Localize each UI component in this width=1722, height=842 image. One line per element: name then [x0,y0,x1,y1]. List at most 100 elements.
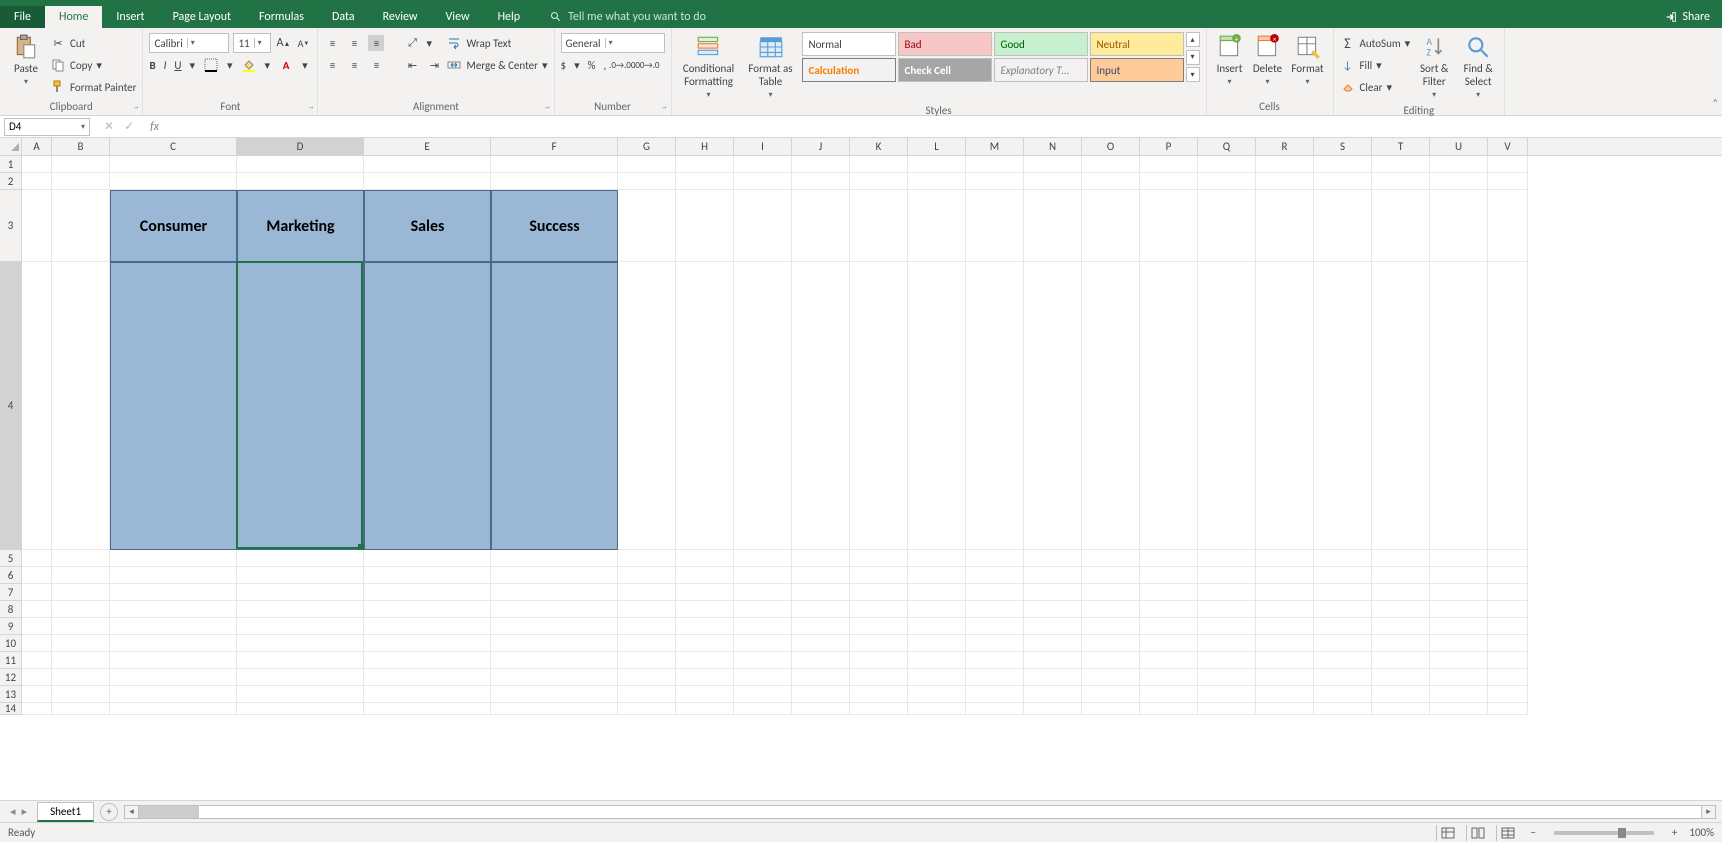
cell-Q3[interactable] [1198,190,1256,262]
cell-J7[interactable] [792,584,850,601]
row-header-7[interactable]: 7 [0,584,22,601]
cell-P11[interactable] [1140,652,1198,669]
cell-C9[interactable] [110,618,237,635]
cell-N1[interactable] [1024,156,1082,173]
cell-C11[interactable] [110,652,237,669]
cell-F3[interactable]: Success [491,190,618,262]
cell-F2[interactable] [491,173,618,190]
cell-B8[interactable] [52,601,110,618]
tab-insert[interactable]: Insert [102,6,158,28]
cell-N14[interactable] [1024,703,1082,715]
cell-U13[interactable] [1430,686,1488,703]
paste-button[interactable]: Paste ▾ [6,32,46,89]
sheet-nav-first[interactable]: ◂ [10,805,16,818]
clear-button[interactable]: Clear▾ [1340,77,1411,97]
cell-E3[interactable]: Sales [364,190,491,262]
cell-H13[interactable] [676,686,734,703]
view-page-layout-button[interactable] [1466,825,1488,841]
cell-P13[interactable] [1140,686,1198,703]
cell-O12[interactable] [1082,669,1140,686]
cell-V3[interactable] [1488,190,1528,262]
cell-G12[interactable] [618,669,676,686]
cell-S3[interactable] [1314,190,1372,262]
cell-J13[interactable] [792,686,850,703]
cell-L8[interactable] [908,601,966,618]
cell-D9[interactable] [237,618,364,635]
cell-D1[interactable] [237,156,364,173]
cell-C14[interactable] [110,703,237,715]
cell-U12[interactable] [1430,669,1488,686]
cell-O11[interactable] [1082,652,1140,669]
cell-U2[interactable] [1430,173,1488,190]
cell-B6[interactable] [52,567,110,584]
cell-V4[interactable] [1488,262,1528,550]
cell-A1[interactable] [22,156,52,173]
row-header-11[interactable]: 11 [0,652,22,669]
col-header-E[interactable]: E [364,138,491,155]
style-good[interactable]: Good [994,32,1088,56]
cell-R3[interactable] [1256,190,1314,262]
format-cells-button[interactable]: Format▾ [1289,32,1327,89]
cell-B4[interactable] [52,262,110,550]
cell-A12[interactable] [22,669,52,686]
col-header-P[interactable]: P [1140,138,1198,155]
cell-R1[interactable] [1256,156,1314,173]
cell-C6[interactable] [110,567,237,584]
conditional-formatting-button[interactable]: Conditional Formatting▾ [678,32,740,102]
style-calculation[interactable]: Calculation [802,58,896,82]
tab-page-layout[interactable]: Page Layout [159,6,245,28]
cell-D4[interactable] [237,262,364,550]
cell-C2[interactable] [110,173,237,190]
cell-Q11[interactable] [1198,652,1256,669]
row-header-5[interactable]: 5 [0,550,22,567]
col-header-S[interactable]: S [1314,138,1372,155]
cell-B3[interactable] [52,190,110,262]
cell-V14[interactable] [1488,703,1528,715]
formula-input[interactable] [165,118,1722,136]
cell-E4[interactable] [364,262,491,550]
cell-S1[interactable] [1314,156,1372,173]
format-as-table-button[interactable]: Format as Table▾ [744,32,798,102]
cell-L12[interactable] [908,669,966,686]
zoom-level[interactable]: 100% [1689,826,1714,839]
tab-file[interactable]: File [0,6,45,28]
cell-J6[interactable] [792,567,850,584]
cell-H11[interactable] [676,652,734,669]
sheet-tab[interactable]: Sheet1 [37,802,94,822]
tell-me-search[interactable]: Tell me what you want to do [534,10,706,24]
cell-B14[interactable] [52,703,110,715]
border-button[interactable] [203,57,219,73]
col-header-J[interactable]: J [792,138,850,155]
cell-E9[interactable] [364,618,491,635]
cell-I4[interactable] [734,262,792,550]
cell-T3[interactable] [1372,190,1430,262]
cell-F10[interactable] [491,635,618,652]
horizontal-scrollbar[interactable]: ◂ ▸ [124,805,1716,819]
cell-N11[interactable] [1024,652,1082,669]
cell-H9[interactable] [676,618,734,635]
cell-G1[interactable] [618,156,676,173]
cell-G11[interactable] [618,652,676,669]
cell-J9[interactable] [792,618,850,635]
cell-L10[interactable] [908,635,966,652]
cell-V1[interactable] [1488,156,1528,173]
col-header-U[interactable]: U [1430,138,1488,155]
cell-G9[interactable] [618,618,676,635]
row-header-4[interactable]: 4 [0,262,22,550]
cell-K3[interactable] [850,190,908,262]
sheet-nav-last[interactable]: ▸ [22,805,28,818]
cell-U10[interactable] [1430,635,1488,652]
row-header-9[interactable]: 9 [0,618,22,635]
cell-C13[interactable] [110,686,237,703]
cell-P3[interactable] [1140,190,1198,262]
cell-S5[interactable] [1314,550,1372,567]
cell-V5[interactable] [1488,550,1528,567]
cell-Q4[interactable] [1198,262,1256,550]
cell-E7[interactable] [364,584,491,601]
comma-button[interactable]: , [603,59,606,72]
cell-U7[interactable] [1430,584,1488,601]
cell-M7[interactable] [966,584,1024,601]
cell-M2[interactable] [966,173,1024,190]
cell-G13[interactable] [618,686,676,703]
cell-K8[interactable] [850,601,908,618]
